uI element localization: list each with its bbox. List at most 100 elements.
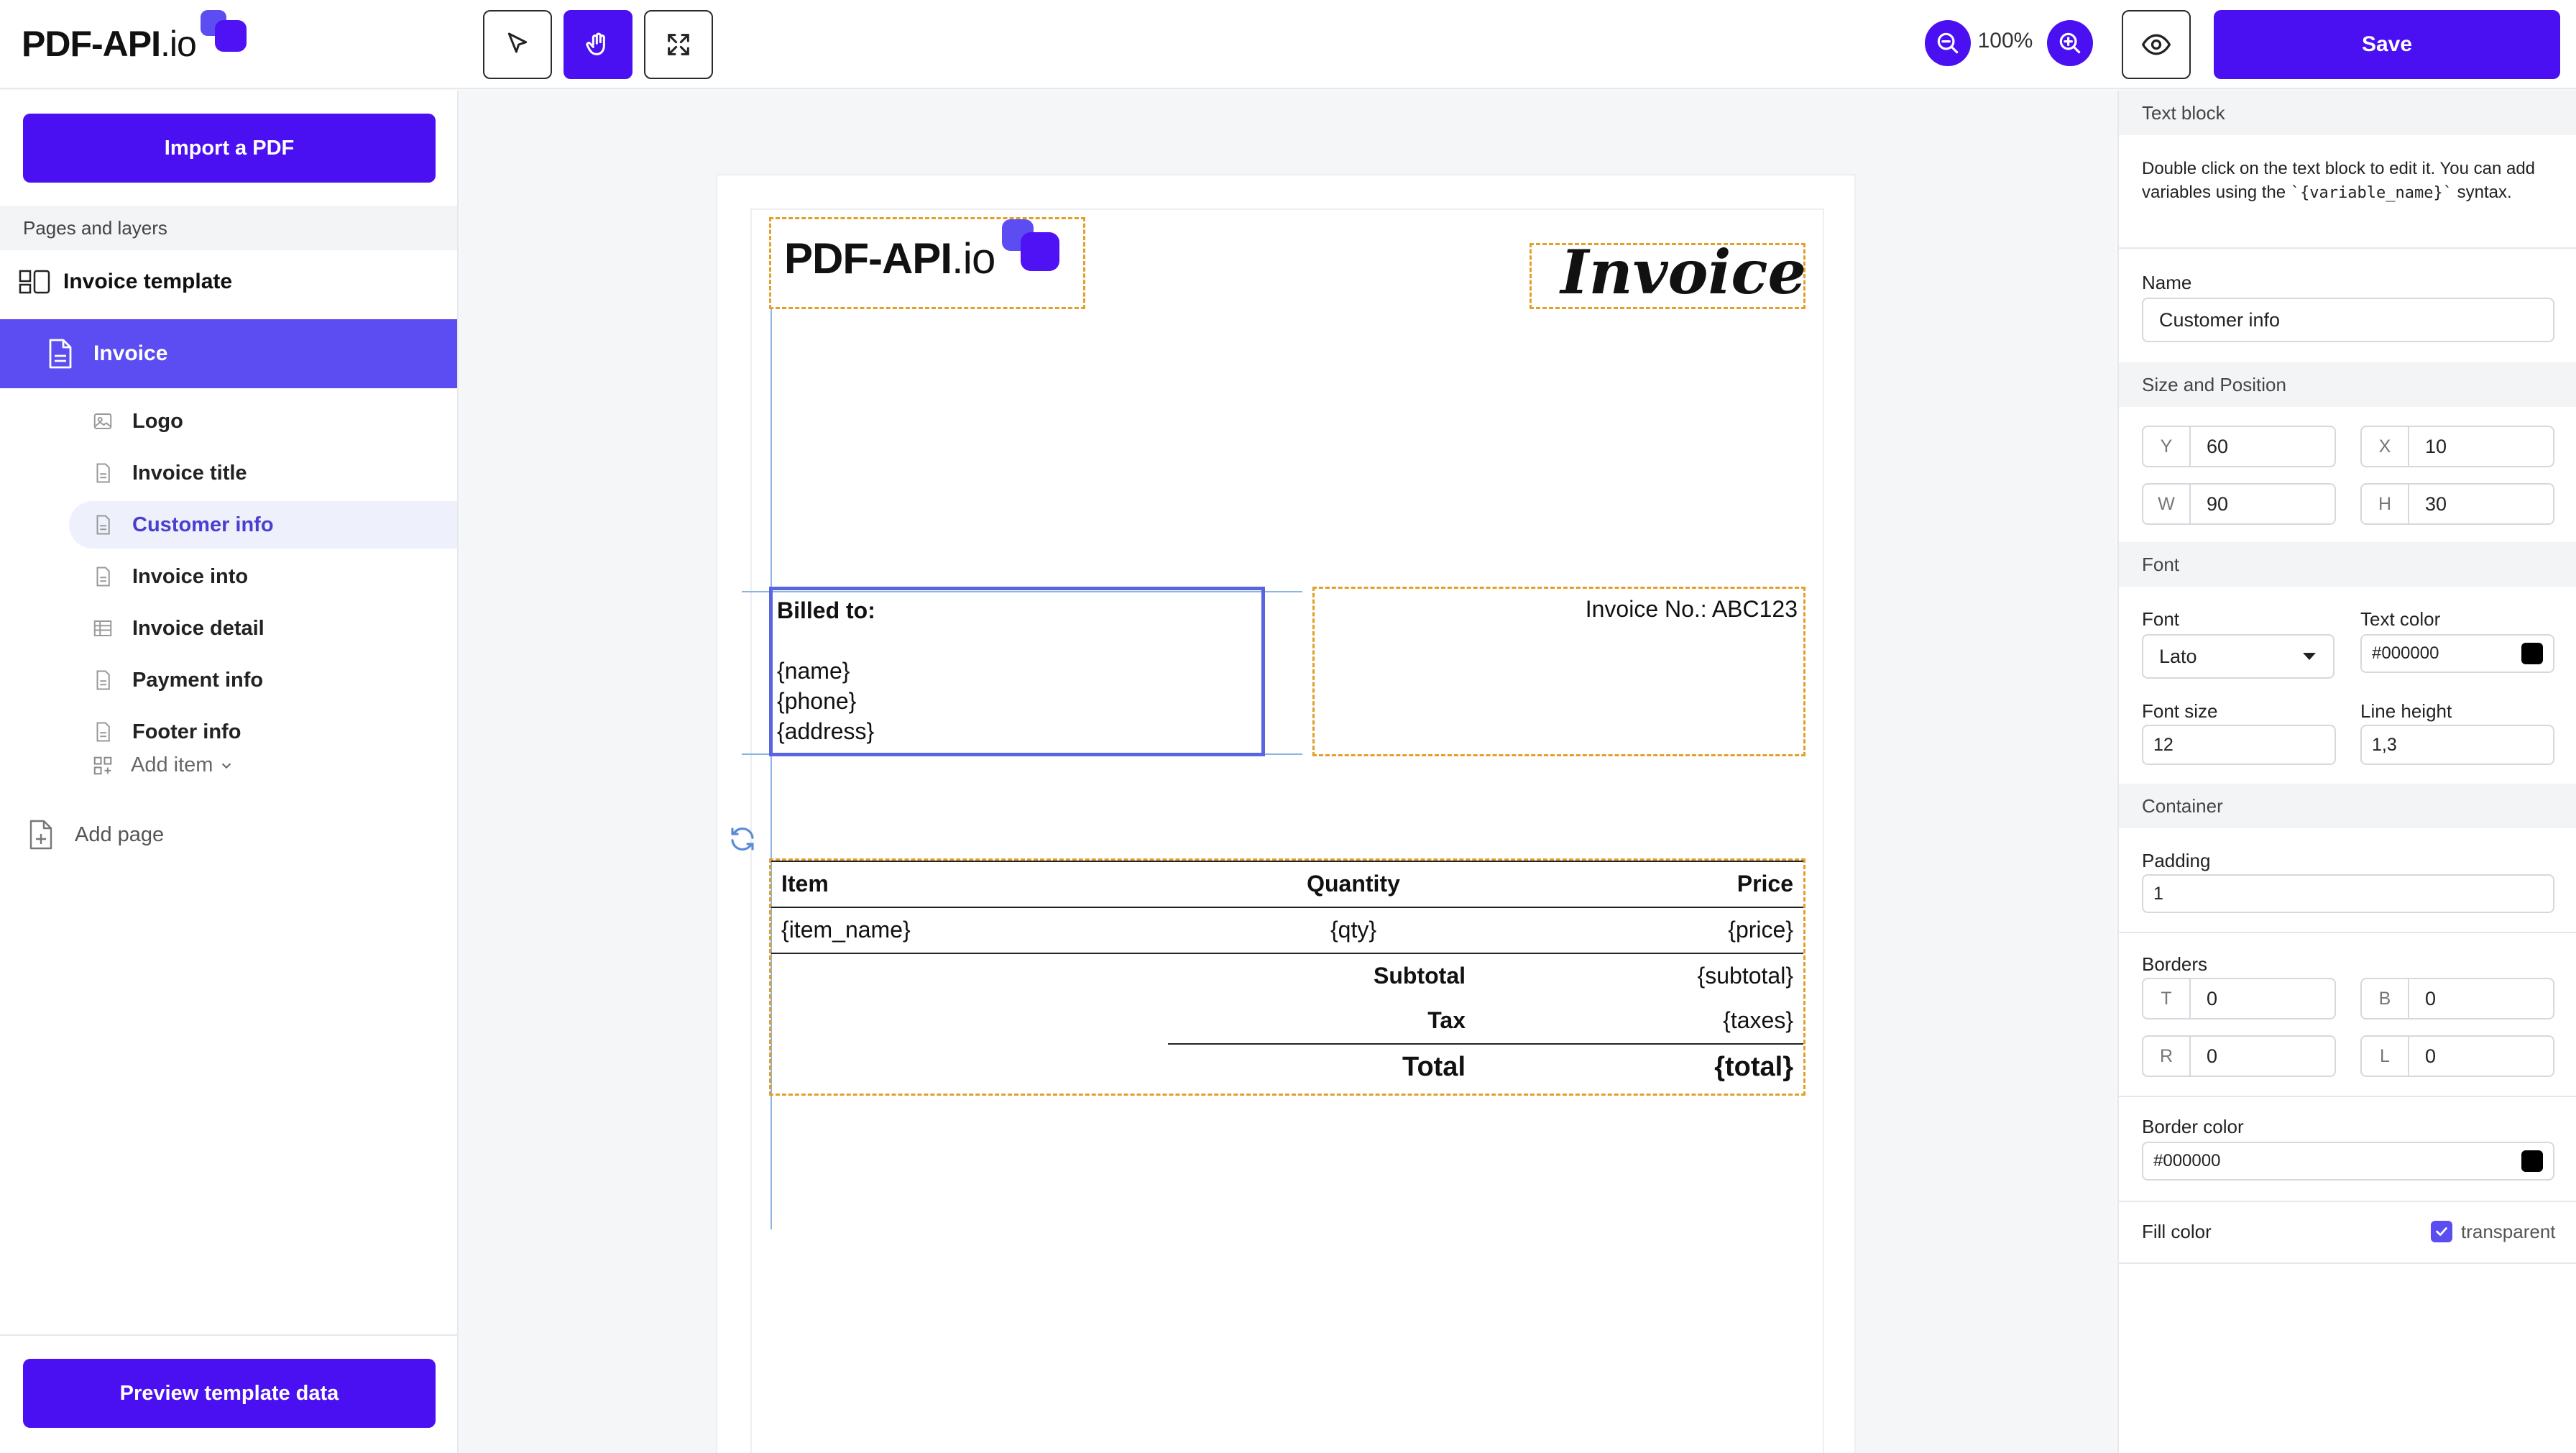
layer-item-customer-info[interactable]: Customer info bbox=[69, 501, 457, 549]
height-input[interactable]: H 30 bbox=[2360, 483, 2554, 525]
layer-item-invoice-title[interactable]: Invoice title bbox=[69, 449, 457, 497]
app-logo[interactable]: PDF-API.io bbox=[22, 10, 252, 76]
document-icon bbox=[96, 515, 110, 535]
zoom-in-button[interactable] bbox=[2047, 20, 2093, 66]
layer-label: Footer info bbox=[132, 720, 242, 743]
import-pdf-button[interactable]: Import a PDF bbox=[23, 114, 436, 183]
cursor-icon bbox=[507, 32, 528, 53]
line-height-input[interactable]: 1,3 bbox=[2360, 725, 2554, 765]
layer-label: Customer info bbox=[132, 513, 274, 536]
layer-item-invoice-detail[interactable]: Invoice detail bbox=[69, 605, 457, 652]
padding-input[interactable]: 1 bbox=[2142, 874, 2554, 913]
layer-item-invoice-into[interactable]: Invoice into bbox=[69, 553, 457, 600]
layer-label: Payment info bbox=[132, 668, 264, 692]
layer-label: Invoice into bbox=[132, 564, 249, 588]
select-tool-button[interactable] bbox=[483, 10, 552, 79]
name-input[interactable]: Customer info bbox=[2142, 298, 2554, 342]
document-icon bbox=[96, 670, 110, 690]
divider bbox=[2119, 932, 2576, 933]
billed-to-phone: {phone} bbox=[777, 688, 857, 714]
width-input[interactable]: W 90 bbox=[2142, 483, 2336, 525]
table-header-quantity: Quantity bbox=[1307, 871, 1400, 897]
container-heading: Container bbox=[2119, 784, 2576, 828]
border-bottom-input[interactable]: B0 bbox=[2360, 978, 2554, 1019]
add-page-label: Add page bbox=[75, 822, 165, 846]
size-position-heading: Size and Position bbox=[2119, 362, 2576, 407]
border-color-label: Border color bbox=[2142, 1116, 2244, 1137]
billed-to-heading: Billed to: bbox=[777, 597, 875, 623]
font-heading: Font bbox=[2119, 542, 2576, 587]
template-root-item[interactable]: Invoice template bbox=[0, 256, 457, 308]
border-color-input[interactable]: #000000 bbox=[2142, 1142, 2554, 1181]
border-left-input[interactable]: L0 bbox=[2360, 1035, 2554, 1077]
text-color-input[interactable]: #000000 bbox=[2360, 634, 2554, 673]
dropdown-caret-icon bbox=[2303, 653, 2316, 660]
preview-button[interactable] bbox=[2122, 10, 2191, 79]
rotate-handle-icon[interactable] bbox=[727, 824, 758, 854]
chevron-down-icon bbox=[222, 763, 231, 769]
logo-mark-icon bbox=[200, 10, 252, 56]
layers-sidebar: Import a PDF Pages and layers Invoice te… bbox=[0, 91, 459, 1453]
invoice-info-block[interactable]: Invoice No.: ABC123 bbox=[1312, 587, 1806, 756]
pan-tool-button[interactable] bbox=[564, 10, 632, 79]
layer-item-payment-info[interactable]: Payment info bbox=[69, 656, 457, 704]
template-name: Invoice template bbox=[63, 270, 233, 293]
border-right-input[interactable]: R0 bbox=[2142, 1035, 2336, 1077]
padding-label: Padding bbox=[2142, 850, 2211, 871]
tax-value: {taxes} bbox=[1723, 1007, 1793, 1033]
save-button[interactable]: Save bbox=[2214, 10, 2560, 79]
layer-label: Logo bbox=[132, 409, 183, 433]
zoom-out-icon bbox=[1937, 32, 1959, 54]
add-item-button[interactable]: Add item bbox=[92, 753, 234, 777]
text-color-label: Text color bbox=[2360, 608, 2441, 630]
borders-label: Borders bbox=[2142, 953, 2208, 975]
border-color-swatch[interactable] bbox=[2521, 1150, 2543, 1172]
text-block-help: Double click on the text block to edit i… bbox=[2142, 159, 2536, 202]
total-label: Total bbox=[1402, 1052, 1466, 1082]
table-icon bbox=[93, 620, 112, 636]
text-block-heading: Text block bbox=[2119, 91, 2576, 135]
invoice-detail-block[interactable]: Item Quantity Price {item_name} {qty} {p… bbox=[769, 858, 1806, 1096]
add-item-label: Add item bbox=[131, 753, 213, 776]
billed-to-name: {name} bbox=[777, 658, 850, 684]
hand-icon bbox=[586, 32, 605, 55]
invoice-number: Invoice No.: ABC123 bbox=[1585, 596, 1798, 622]
font-label: Font bbox=[2142, 608, 2180, 630]
layer-label: Invoice title bbox=[132, 461, 247, 485]
invoice-title-block[interactable]: Invoice bbox=[1530, 237, 1806, 309]
y-input[interactable]: Y 60 bbox=[2142, 426, 2336, 467]
customer-info-block[interactable]: Billed to: {name} {phone} {address} bbox=[769, 587, 1265, 756]
pdf-page[interactable]: PDF-API.io Invoice Billed to: {name} {ph… bbox=[716, 174, 1856, 1453]
fit-screen-button[interactable] bbox=[644, 10, 713, 79]
table-row-rule bbox=[771, 953, 1803, 954]
document-icon bbox=[96, 463, 110, 483]
layer-item-logo[interactable]: Logo bbox=[69, 398, 457, 445]
pages-layers-heading: Pages and layers bbox=[0, 206, 457, 250]
zoom-out-button[interactable] bbox=[1925, 20, 1971, 66]
x-input[interactable]: X 10 bbox=[2360, 426, 2554, 467]
page-item-invoice[interactable]: Invoice bbox=[0, 319, 457, 388]
font-select[interactable]: Lato bbox=[2142, 634, 2334, 679]
properties-panel: Text block Double click on the text bloc… bbox=[2117, 91, 2576, 1453]
sidebar-footer: Preview template data bbox=[0, 1334, 457, 1428]
font-size-label: Font size bbox=[2142, 700, 2218, 722]
fill-color-label: Fill color bbox=[2142, 1221, 2212, 1242]
add-page-button[interactable]: Add page bbox=[27, 820, 164, 850]
table-header-item: Item bbox=[781, 871, 829, 897]
editor-canvas[interactable]: PDF-API.io Invoice Billed to: {name} {ph… bbox=[460, 91, 2116, 1453]
image-icon bbox=[93, 413, 112, 429]
page-icon bbox=[49, 339, 72, 369]
total-value: {total} bbox=[1714, 1052, 1793, 1082]
template-icon bbox=[19, 270, 50, 294]
border-top-input[interactable]: T0 bbox=[2142, 978, 2336, 1019]
layer-label: Invoice detail bbox=[132, 616, 264, 640]
text-color-swatch[interactable] bbox=[2521, 643, 2543, 664]
preview-template-data-button[interactable]: Preview template data bbox=[23, 1359, 436, 1428]
table-top-rule bbox=[771, 861, 1803, 862]
font-size-input[interactable]: 12 bbox=[2142, 725, 2336, 765]
logo-block[interactable]: PDF-API.io bbox=[769, 217, 1085, 309]
transparent-checkbox[interactable] bbox=[2431, 1221, 2452, 1242]
eye-icon bbox=[2141, 34, 2171, 55]
invoice-title: Invoice bbox=[1560, 237, 1806, 308]
layer-item-footer-info[interactable]: Footer info bbox=[69, 708, 457, 756]
